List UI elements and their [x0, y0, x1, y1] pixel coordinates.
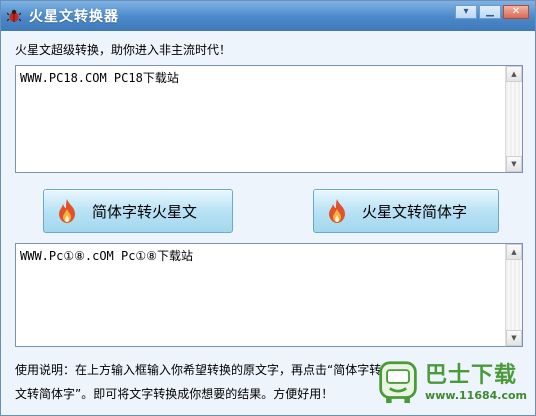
close-icon[interactable]: ✕	[503, 5, 529, 19]
flame-icon	[59, 199, 75, 223]
window-controls: ▾ ▁ ✕	[455, 5, 529, 19]
input-text[interactable]: WWW.PC18.COM PC18下载站	[20, 69, 502, 169]
watermark-logo: 巴士下载 www.11684.com	[377, 353, 527, 411]
scroll-up-arrow-icon[interactable]: ▲	[506, 66, 522, 82]
output-text[interactable]: WWW.Pc①⑧.cOM Pc①⑧下载站	[20, 247, 502, 343]
output-scrollbar[interactable]: ▲ ▼	[505, 244, 522, 346]
watermark-url: www.11684.com	[425, 388, 527, 402]
watermark-text: 巴士下载 www.11684.com	[425, 363, 527, 402]
to-simplified-button[interactable]: 火星文转简体字	[313, 189, 499, 233]
output-textarea[interactable]: WWW.Pc①⑧.cOM Pc①⑧下载站 ▲ ▼	[15, 243, 523, 347]
dropdown-icon[interactable]: ▾	[455, 5, 477, 19]
app-window: 火星文转换器 ▾ ▁ ✕ 火星文超级转换，助你进入非主流时代！ WWW.PC18…	[0, 0, 536, 416]
scroll-down-arrow-icon[interactable]: ▼	[506, 156, 522, 172]
app-bug-icon	[7, 9, 21, 23]
to-martian-label: 简体字转火星文	[92, 202, 198, 221]
to-simplified-label: 火星文转简体字	[362, 202, 468, 221]
input-textarea[interactable]: WWW.PC18.COM PC18下载站 ▲ ▼	[15, 65, 523, 173]
scroll-track[interactable]	[506, 260, 522, 330]
hint-text: 火星文超级转换，助你进入非主流时代！	[15, 43, 232, 57]
window-title: 火星文转换器	[29, 9, 119, 25]
scroll-track[interactable]	[506, 82, 522, 156]
flame-icon	[329, 199, 345, 223]
bus-logo-icon	[379, 361, 417, 404]
input-scrollbar[interactable]: ▲ ▼	[505, 66, 522, 172]
scroll-up-arrow-icon[interactable]: ▲	[506, 244, 522, 260]
minimize-icon[interactable]: ▁	[479, 5, 501, 19]
title-bar[interactable]: 火星文转换器 ▾ ▁ ✕	[1, 1, 535, 31]
to-martian-button[interactable]: 简体字转火星文	[43, 189, 233, 233]
scroll-down-arrow-icon[interactable]: ▼	[506, 330, 522, 346]
watermark-name: 巴士下载	[425, 362, 518, 388]
